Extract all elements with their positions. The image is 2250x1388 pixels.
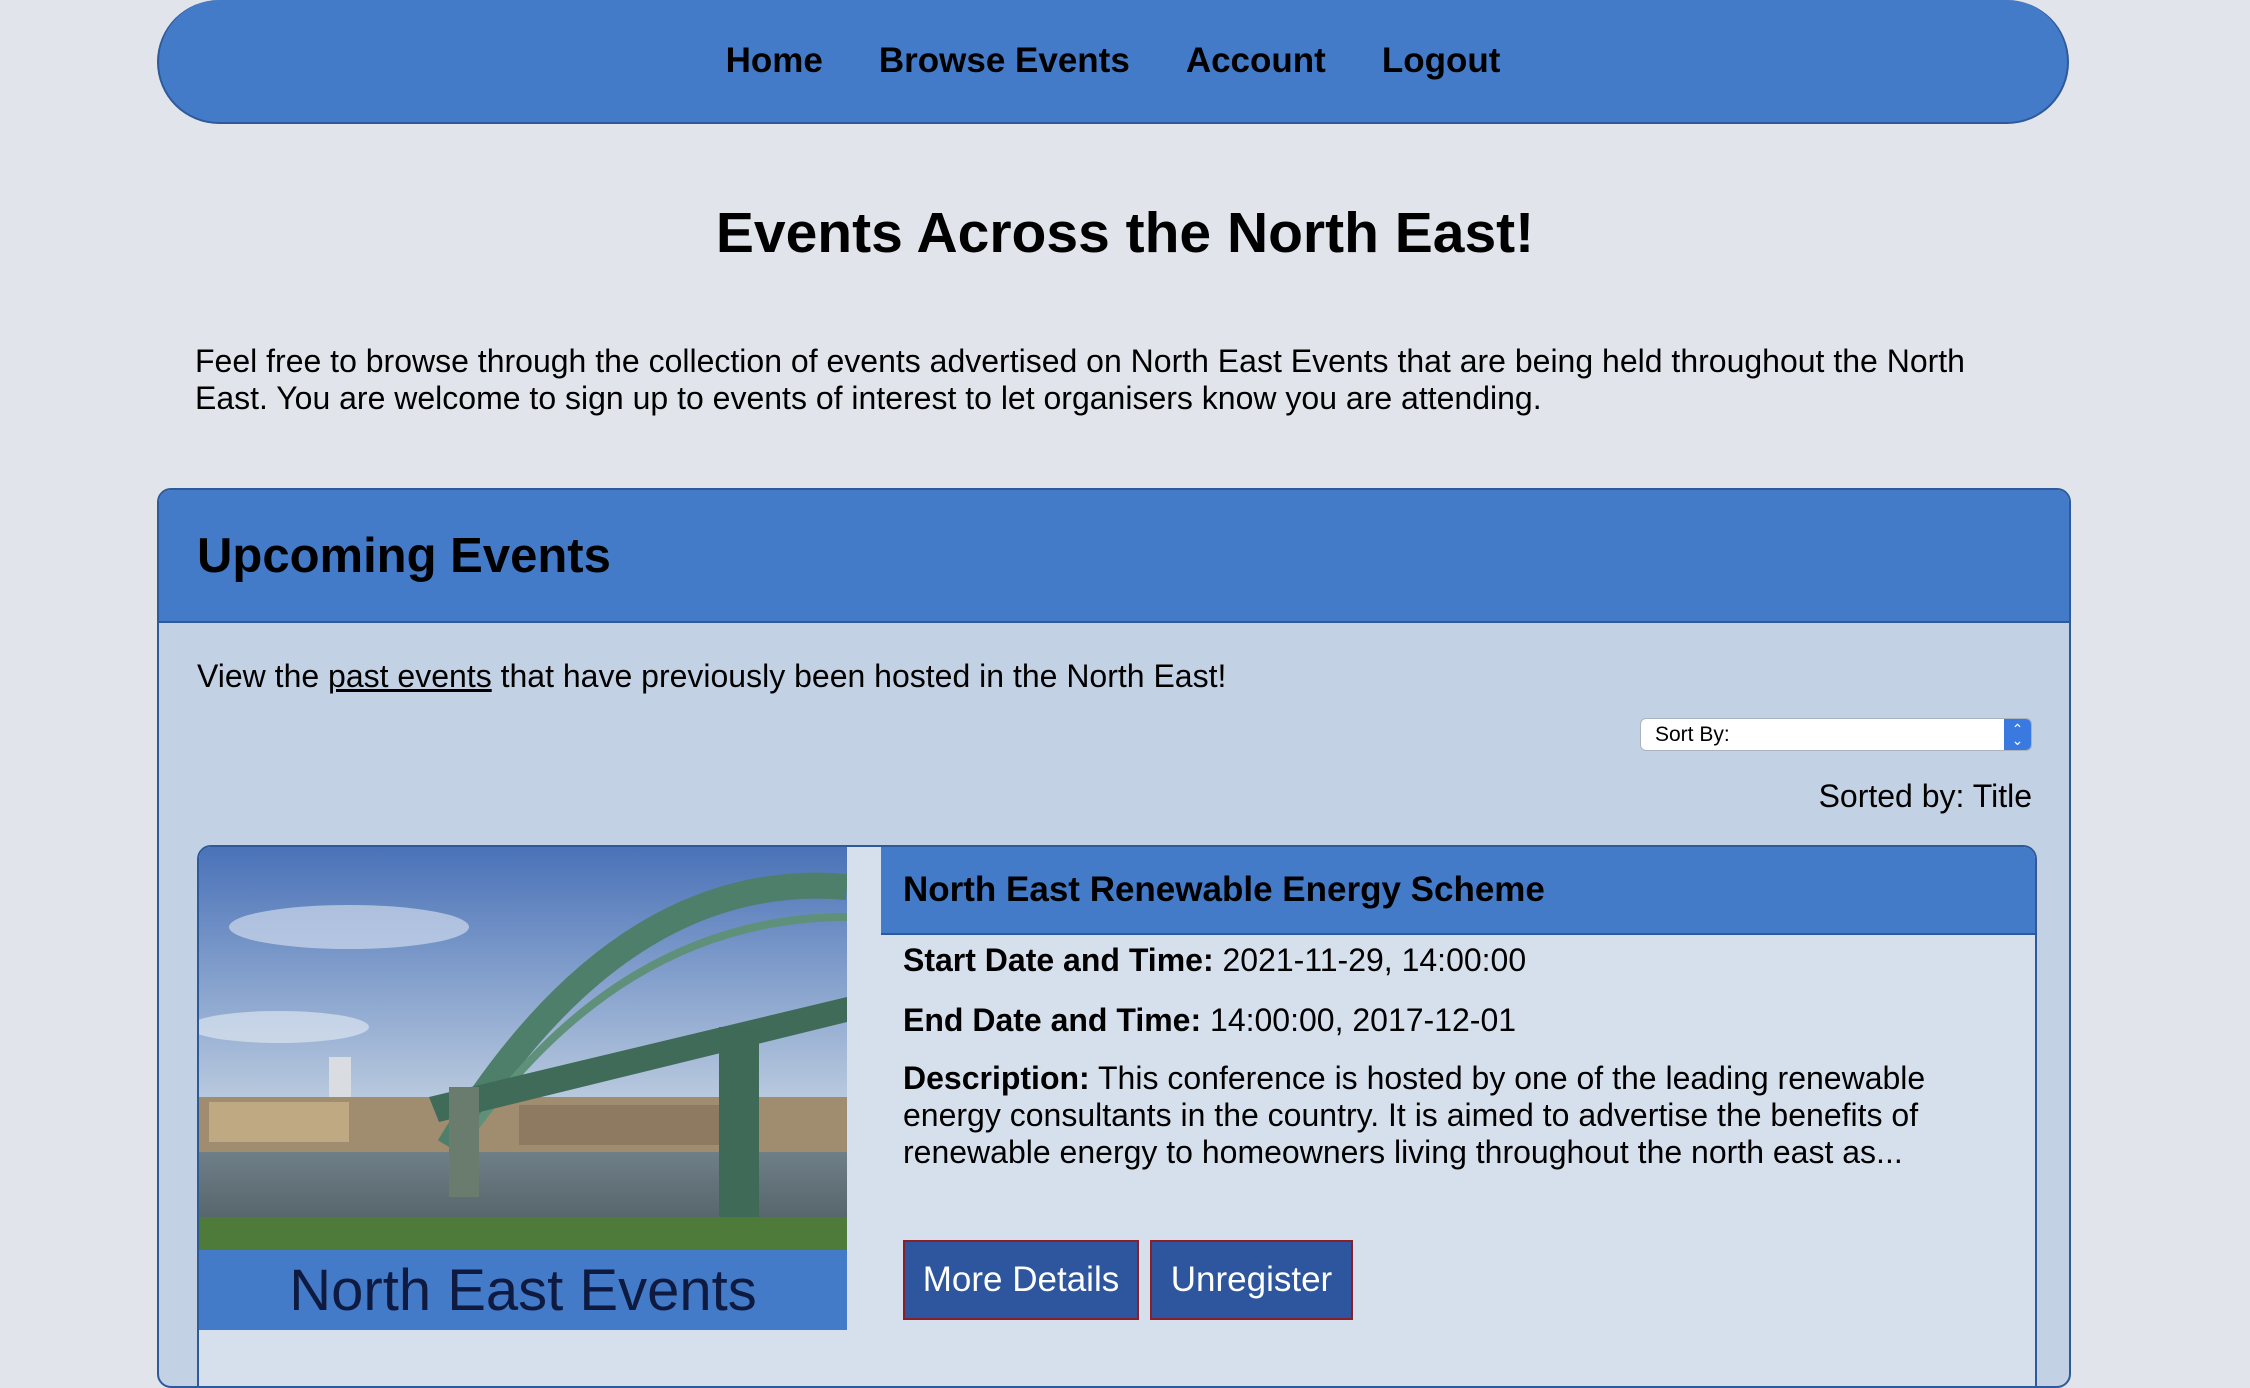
event-title: North East Renewable Energy Scheme — [903, 870, 1545, 909]
unregister-button[interactable]: Unregister — [1150, 1240, 1353, 1320]
upcoming-events-header: Upcoming Events — [159, 490, 2069, 623]
select-arrows-icon: ⌃ ⌄ — [2004, 719, 2031, 750]
end-value: 14:00:00, 2017-12-01 — [1201, 1002, 1517, 1038]
event-description: Description: This conference is hosted b… — [903, 1060, 1973, 1171]
past-events-link[interactable]: past events — [328, 658, 492, 694]
end-label: End Date and Time: — [903, 1002, 1202, 1038]
more-details-button[interactable]: More Details — [903, 1240, 1139, 1320]
start-value: 2021-11-29, 14:00:00 — [1213, 942, 1527, 978]
event-image-brand: North East Events — [199, 1250, 847, 1330]
event-title-bar: North East Renewable Energy Scheme — [881, 847, 2035, 935]
page-title: Events Across the North East! — [715, 201, 1535, 265]
upcoming-events-heading: Upcoming Events — [197, 528, 611, 583]
top-nav: Home Browse Events Account Logout — [157, 0, 2069, 124]
upcoming-events-panel: Upcoming Events View the past events tha… — [157, 488, 2071, 1388]
event-card: North East Events North East Renewable E… — [197, 845, 2037, 1386]
nav-account[interactable]: Account — [1186, 41, 1326, 81]
past-events-prefix: View the — [197, 658, 329, 694]
event-start: Start Date and Time: 2021-11-29, 14:00:0… — [903, 942, 1973, 979]
intro-text: Feel free to browse through the collecti… — [195, 343, 1965, 416]
nav-browse-events[interactable]: Browse Events — [879, 41, 1130, 81]
nav-home[interactable]: Home — [726, 41, 823, 81]
event-image: North East Events — [199, 847, 847, 1386]
past-events-line: View the past events that have previousl… — [197, 658, 1226, 695]
past-events-suffix: that have previously been hosted in the … — [491, 658, 1227, 694]
sort-by-value: Sort By: — [1655, 722, 1730, 746]
nav-logout[interactable]: Logout — [1382, 41, 1501, 81]
start-label: Start Date and Time: — [903, 942, 1214, 978]
event-end: End Date and Time: 14:00:00, 2017-12-01 — [903, 1002, 1973, 1039]
sort-by-select[interactable]: Sort By: ⌃ ⌄ — [1640, 718, 2032, 751]
description-label: Description: — [903, 1060, 1090, 1096]
sorted-by-label: Sorted by: Title — [1818, 778, 2032, 814]
